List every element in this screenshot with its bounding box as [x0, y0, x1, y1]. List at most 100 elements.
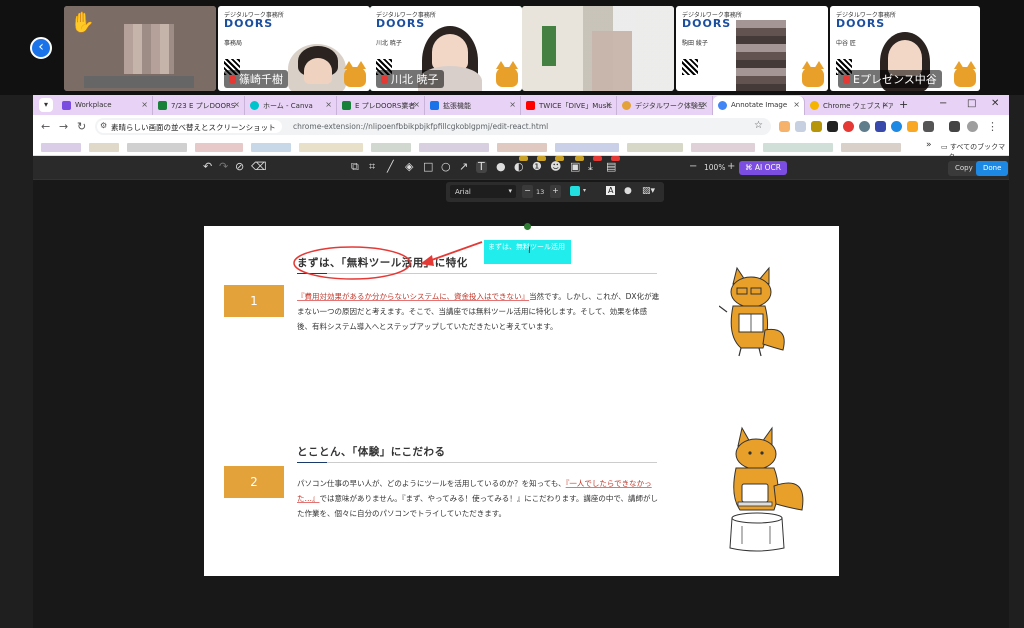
fox-mascot-icon	[344, 61, 366, 87]
participant-tile-active[interactable]: デジタルワーク事務所 DOORS 川北 暁子 川北 暁子	[370, 6, 522, 91]
tab-sheet-2[interactable]: E プレDOORS業者 ×	[337, 96, 425, 115]
bookmark-star-icon[interactable]: ☆	[754, 120, 763, 131]
history-icon[interactable]: ⊘	[235, 161, 244, 173]
maximize-button[interactable]: □	[967, 98, 976, 109]
drop-icon[interactable]: ●	[496, 161, 506, 173]
tab-canva[interactable]: ホーム - Canva ×	[245, 96, 337, 115]
puzzle-icon[interactable]	[923, 121, 934, 132]
download-icon[interactable]: ⤓	[588, 156, 602, 173]
stamp-icon[interactable]: ▣	[570, 156, 584, 173]
tab-annotate-image[interactable]: Annotate Image ×	[713, 96, 805, 115]
extension-icon[interactable]	[827, 121, 838, 132]
crop-alt-icon[interactable]: ⌗	[369, 161, 375, 173]
tab-digital-work[interactable]: デジタルワーク体験型 ×	[617, 96, 713, 115]
color-swatch[interactable]	[570, 186, 580, 196]
highlight-annotation[interactable]	[292, 236, 492, 286]
done-button[interactable]: Done	[976, 161, 1009, 176]
bookmark-item[interactable]	[251, 143, 291, 152]
url-input[interactable]: 素晴らしい画面の並べ替えとスクリーンショット chrome-extension:…	[95, 118, 771, 135]
zoom-out-button[interactable]: −	[689, 161, 697, 172]
extension-icon[interactable]	[811, 121, 822, 132]
bookmark-item[interactable]	[195, 143, 243, 152]
extension-chip[interactable]: 素晴らしい画面の並べ替えとスクリーンショット	[97, 120, 282, 133]
arrow-icon[interactable]: ↗	[459, 161, 468, 173]
rotate-handle[interactable]	[524, 223, 531, 230]
font-size-increase[interactable]: +	[550, 185, 561, 198]
fox-mascot-icon	[954, 61, 976, 87]
chevron-down-icon[interactable]: ▾	[583, 187, 586, 194]
tab-chrome-web-store[interactable]: Chrome ウェブストア ×	[805, 96, 893, 115]
pattern-icon[interactable]: ▨▾	[642, 186, 655, 196]
tab-workplace[interactable]: Workplace ×	[57, 96, 153, 115]
reload-icon[interactable]: ↻	[77, 120, 86, 133]
screen-icon[interactable]: ▤	[606, 156, 620, 173]
bookmark-item[interactable]	[763, 143, 833, 152]
participant-tile[interactable]: デジタルワーク事務所 DOORS 中谷 匠 Eプレゼンス中谷	[830, 6, 980, 91]
participant-tile[interactable]: デジタルワーク事務所 DOORS 駒田 綾子	[676, 6, 828, 91]
fox-mascot-icon	[496, 61, 518, 87]
text-icon[interactable]: T	[476, 161, 487, 173]
participant-tile[interactable]: デジタルワーク事務所 DOORS 事務局 篠崎千樹	[218, 6, 370, 91]
chevron-left-icon[interactable]: ‹	[30, 37, 52, 59]
extension-icon[interactable]	[859, 121, 870, 132]
copy-button[interactable]: Copy	[948, 161, 980, 176]
fill-icon[interactable]: ◈	[405, 161, 413, 173]
divider	[297, 462, 657, 463]
close-window-button[interactable]: ✕	[991, 98, 999, 109]
tab-search-icon[interactable]: ▾	[39, 98, 53, 112]
zoom-in-button[interactable]: +	[727, 161, 735, 172]
fox-mascot-icon	[802, 61, 824, 87]
undo-icon[interactable]: ↶	[203, 161, 212, 173]
circle-icon[interactable]: ○	[441, 161, 451, 173]
extension-icon[interactable]	[795, 121, 806, 132]
tab-extensions[interactable]: 拡張機能 ×	[425, 96, 521, 115]
pen-icon[interactable]: ╱	[387, 161, 394, 173]
tab-sheet-1[interactable]: 7/23 E プレDOORS ×	[153, 96, 245, 115]
extension-icon[interactable]	[875, 121, 886, 132]
bookmark-item[interactable]	[627, 143, 683, 152]
bookmark-item[interactable]	[127, 143, 187, 152]
redo-icon[interactable]: ↷	[219, 161, 228, 173]
bookmark-item[interactable]	[41, 143, 81, 152]
extension-icon[interactable]	[907, 121, 918, 132]
extension-icon[interactable]	[843, 121, 854, 132]
menu-icon[interactable]: ⋮	[987, 120, 998, 133]
bookmark-item[interactable]	[691, 143, 755, 152]
font-select[interactable]: Arial	[450, 185, 516, 198]
font-size-value[interactable]: 13	[536, 188, 544, 196]
crop-icon[interactable]: ⧉	[351, 161, 359, 173]
emoji-icon[interactable]: ☻	[550, 156, 564, 173]
media-icon[interactable]	[949, 121, 960, 132]
font-size-decrease[interactable]: −	[522, 185, 533, 198]
section-2-title: とことん、「体験」にこだわる	[297, 446, 446, 458]
bookmark-item[interactable]	[371, 143, 411, 152]
participant-tile[interactable]: ✋	[64, 6, 216, 91]
minimize-button[interactable]: −	[939, 98, 947, 109]
new-tab-button[interactable]: +	[899, 98, 908, 111]
forward-icon[interactable]: →	[59, 120, 68, 133]
bookmark-item[interactable]	[299, 143, 363, 152]
bookmark-item[interactable]	[555, 143, 619, 152]
annotated-image[interactable]: まずは、「無料ツール活用」に特化 1 『費用対効果があるか分からないシステムに、…	[204, 223, 839, 576]
info-icon[interactable]: ❶	[532, 156, 546, 173]
shadow-icon[interactable]: ●	[624, 186, 632, 196]
participant-name: Eプレゼンス中谷	[838, 70, 942, 88]
rectangle-icon[interactable]: □	[423, 161, 433, 173]
bookmark-item[interactable]	[841, 143, 901, 152]
tab-youtube[interactable]: TWICE「DIVE」Music ×	[521, 96, 617, 115]
text-background-icon[interactable]: A	[606, 186, 616, 195]
bookmark-item[interactable]	[497, 143, 547, 152]
extension-icon[interactable]	[779, 121, 790, 132]
close-icon: ×	[509, 100, 516, 109]
back-icon[interactable]: ←	[41, 120, 50, 133]
extension-icon[interactable]	[891, 121, 902, 132]
arrow-head	[420, 255, 434, 266]
blur-icon[interactable]: ◐	[514, 156, 528, 173]
ai-ocr-button[interactable]: ⌘ AI OCR	[739, 161, 787, 175]
bookmark-item[interactable]	[419, 143, 489, 152]
bookmark-item[interactable]	[89, 143, 119, 152]
eraser-icon[interactable]: ⌫	[251, 161, 267, 173]
participant-tile[interactable]	[522, 6, 674, 91]
bookmarks-more[interactable]: »	[926, 140, 932, 150]
avatar[interactable]	[967, 121, 978, 132]
